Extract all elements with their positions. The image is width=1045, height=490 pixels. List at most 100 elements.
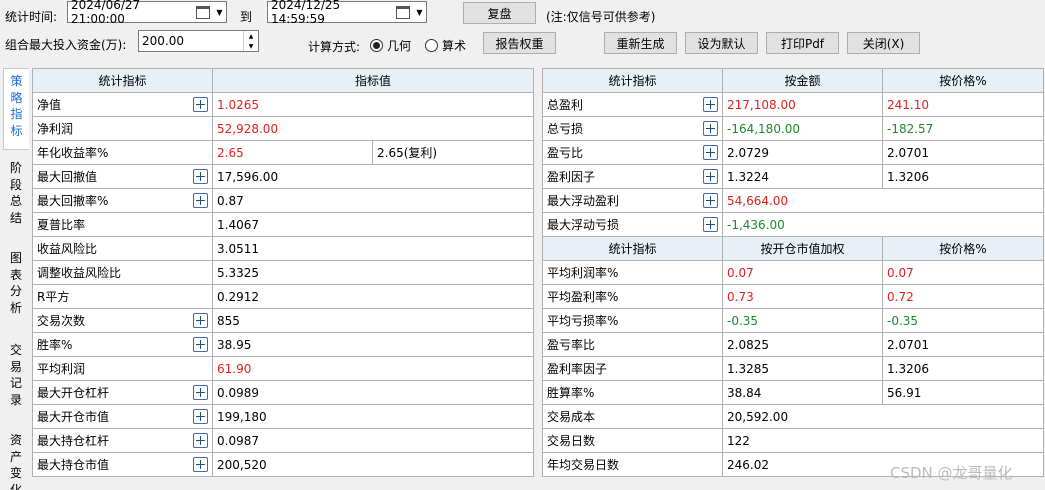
metric-name-cell: 总亏损 <box>542 116 723 141</box>
table-row: 交易次数 855 <box>32 308 535 333</box>
calendar-icon[interactable] <box>196 5 210 19</box>
metric-value: 1.4067 <box>211 212 535 237</box>
metric-value: 17,596.00 <box>211 164 535 189</box>
metric-name: 胜率% <box>37 338 73 352</box>
radio-unselected-icon[interactable] <box>425 39 438 52</box>
table-row: 胜算率% 38.84 56.91 <box>542 380 1044 405</box>
weighted-value: 122 <box>722 428 1044 453</box>
calc-arithmetic-radio[interactable]: 算术 <box>425 37 466 54</box>
stepper-up-icon[interactable]: ▲ <box>244 31 258 41</box>
regenerate-button[interactable]: 重新生成 <box>604 32 677 54</box>
column-header: 按价格% <box>882 68 1044 93</box>
table-row: 最大浮动亏损 -1,436.00 <box>542 212 1044 237</box>
tab-chart-analysis[interactable]: 图表分析 <box>3 248 29 328</box>
capital-stepper[interactable]: 200.00 ▲ ▼ <box>138 30 259 52</box>
side-tab-bar: 策略指标 阶段总结 图表分析 交易记录 资产变化 <box>0 62 32 490</box>
tab-label: 策略指标 <box>10 74 23 138</box>
report-weight-button[interactable]: 报告权重 <box>483 32 556 54</box>
amount-value: -164,180.00 <box>722 116 883 141</box>
column-header: 统计指标 <box>32 68 213 93</box>
tab-label: 交易记录 <box>9 343 22 407</box>
tab-asset-changes[interactable]: 资产变化 <box>3 430 29 490</box>
metric-name: 交易日数 <box>542 428 723 453</box>
weighted-value: 2.0825 <box>722 332 883 357</box>
weighted-value: 1.3285 <box>722 356 883 381</box>
metric-name: 最大浮动亏损 <box>547 218 620 232</box>
column-header: 按开仓市值加权 <box>722 236 883 261</box>
metric-value: 0.0987 <box>211 428 535 453</box>
metric-name: R平方 <box>37 290 70 304</box>
calc-option-geometric: 几何 <box>387 39 412 53</box>
metric-value-extra: 2.65(复利) <box>371 140 535 165</box>
tab-label: 资产变化 <box>9 433 22 490</box>
metric-name-cell: R平方 <box>32 284 213 309</box>
print-pdf-button[interactable]: 打印Pdf <box>766 32 839 54</box>
table-row: 盈亏率比 2.0825 2.0701 <box>542 332 1044 357</box>
expand-plus-icon[interactable] <box>703 121 718 136</box>
table-row: 平均盈利率% 0.73 0.72 <box>542 284 1044 309</box>
table-row: 平均利润 61.90 <box>32 356 535 381</box>
calendar-icon[interactable] <box>396 5 410 19</box>
tab-label: 阶段总结 <box>9 161 22 225</box>
expand-plus-icon[interactable] <box>193 337 208 352</box>
metric-name-cell: 调整收益风险比 <box>32 260 213 285</box>
percent-value: 241.10 <box>882 92 1044 117</box>
expand-plus-icon[interactable] <box>703 97 718 112</box>
percent-value: 2.0701 <box>882 140 1044 165</box>
expand-plus-icon[interactable] <box>703 193 718 208</box>
expand-plus-icon[interactable] <box>193 193 208 208</box>
weighted-value: 38.84 <box>722 380 883 405</box>
end-date-picker[interactable]: 2024/12/25 14:59:59 ▼ <box>267 0 427 26</box>
column-header: 统计指标 <box>542 68 723 93</box>
amount-value: -1,436.00 <box>722 212 1044 237</box>
metric-name: 交易次数 <box>37 314 86 328</box>
close-button[interactable]: 关闭(X) <box>847 32 920 54</box>
table-row: 最大开仓杠杆 0.0989 <box>32 380 535 405</box>
metric-value: 0.0989 <box>211 380 535 405</box>
expand-plus-icon[interactable] <box>193 97 208 112</box>
chevron-down-icon[interactable]: ▼ <box>412 2 426 22</box>
calc-geometric-radio[interactable]: 几何 <box>370 37 411 54</box>
expand-plus-icon[interactable] <box>193 313 208 328</box>
metric-name-cell: 盈亏比 <box>542 140 723 165</box>
weighted-value: 20,592.00 <box>722 404 1044 429</box>
metric-name-cell: 最大持仓杠杆 <box>32 428 213 453</box>
metric-value: 61.90 <box>211 356 535 381</box>
metric-name-cell: 最大回撤率% <box>32 188 213 213</box>
expand-plus-icon[interactable] <box>703 169 718 184</box>
metric-name: 收益风险比 <box>37 242 98 256</box>
table-row: 最大回撤值 17,596.00 <box>32 164 535 189</box>
metric-name-cell: 年化收益率% <box>32 140 213 165</box>
stepper-down-icon[interactable]: ▼ <box>244 41 258 51</box>
calc-option-arithmetic: 算术 <box>442 39 467 53</box>
percent-value: 0.72 <box>882 284 1044 309</box>
tab-trade-records[interactable]: 交易记录 <box>3 340 29 420</box>
start-date-picker[interactable]: 2024/06/27 21:00:00 ▼ <box>67 0 227 26</box>
table-row: 最大浮动盈利 54,664.00 <box>542 188 1044 213</box>
review-button[interactable]: 复盘 <box>463 2 536 24</box>
chevron-down-icon[interactable]: ▼ <box>212 2 226 22</box>
expand-plus-icon[interactable] <box>193 409 208 424</box>
set-default-button[interactable]: 设为默认 <box>685 32 758 54</box>
tab-stage-summary[interactable]: 阶段总结 <box>3 158 29 238</box>
expand-plus-icon[interactable] <box>193 385 208 400</box>
calc-method-label: 计算方式: <box>308 40 361 54</box>
radio-selected-icon[interactable] <box>370 39 383 52</box>
percent-value: 2.0701 <box>882 332 1044 357</box>
metric-name-cell: 总盈利 <box>542 92 723 117</box>
end-date-value: 2024/12/25 14:59:59 <box>271 0 341 26</box>
expand-plus-icon[interactable] <box>193 457 208 472</box>
expand-plus-icon[interactable] <box>193 169 208 184</box>
metric-name: 平均利润 <box>37 362 86 376</box>
right-amount-table: 统计指标 按金额 按价格% 总盈利 217,108.00 241.10 总亏损 -164… <box>542 68 1044 237</box>
expand-plus-icon[interactable] <box>703 217 718 232</box>
metric-name-cell: 夏普比率 <box>32 212 213 237</box>
amount-value: 54,664.00 <box>722 188 1044 213</box>
start-date-value: 2024/06/27 21:00:00 <box>71 0 141 26</box>
expand-plus-icon[interactable] <box>193 433 208 448</box>
metric-name: 盈利率因子 <box>542 356 723 381</box>
tab-strategy-metrics[interactable]: 策略指标 <box>3 68 29 150</box>
table-row: 交易成本 20,592.00 <box>542 404 1044 429</box>
column-header: 统计指标 <box>542 236 723 261</box>
expand-plus-icon[interactable] <box>703 145 718 160</box>
